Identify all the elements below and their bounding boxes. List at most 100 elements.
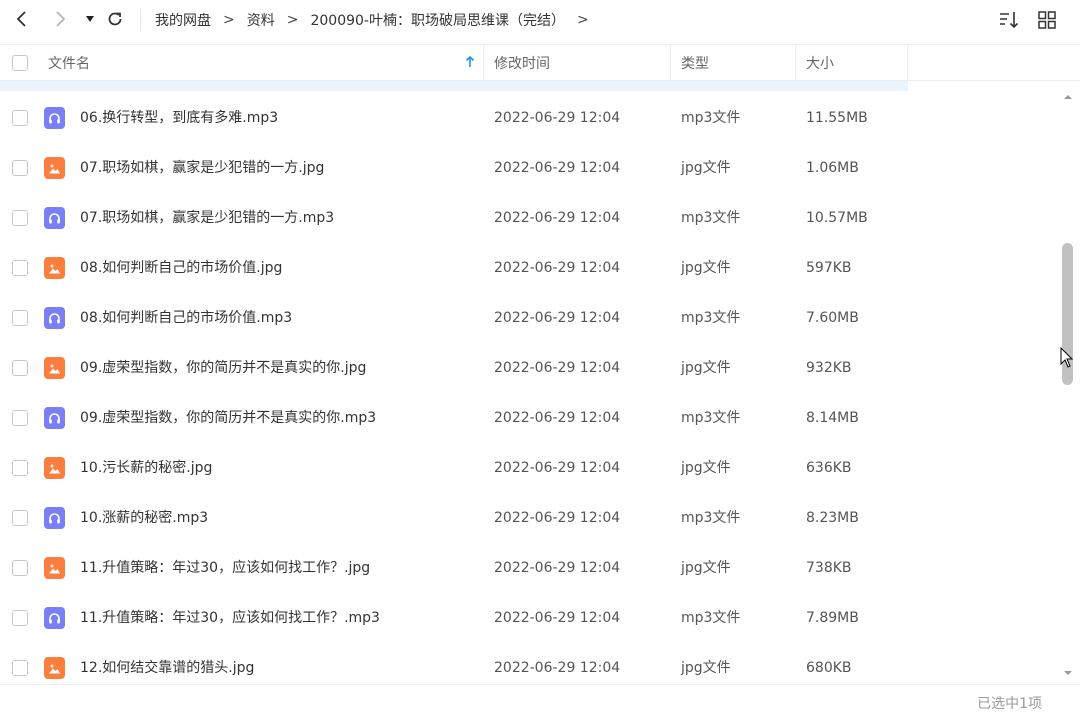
status-bar: 已选中1项 — [0, 684, 1080, 719]
column-header-time[interactable]: 修改时间 — [483, 45, 670, 81]
file-row[interactable]: 08.如何判断自己的市场价值.mp3 2022-06-29 12:04 mp3文件 7… — [0, 293, 1060, 343]
file-type: mp3文件 — [681, 110, 741, 126]
file-modified-time: 2022-06-29 12:04 — [494, 460, 621, 476]
view-controls — [998, 9, 1058, 31]
file-size: 738KB — [806, 560, 852, 576]
file-size: 636KB — [806, 460, 852, 476]
audio-file-icon — [44, 107, 65, 129]
dropdown-icon[interactable] — [78, 7, 102, 31]
row-checkbox[interactable] — [12, 310, 28, 326]
image-file-icon — [44, 657, 65, 679]
file-type: jpg文件 — [681, 360, 731, 376]
scroll-down-icon[interactable] — [1061, 664, 1075, 676]
file-row[interactable]: 11.升值策略：年过30，应该如何找工作？.jpg 2022-06-29 12:0… — [0, 543, 1060, 593]
grid-view-icon[interactable] — [1036, 9, 1058, 31]
file-type: mp3文件 — [681, 510, 741, 526]
image-file-icon — [44, 357, 65, 379]
file-name[interactable]: 10.污长薪的秘密.jpg — [80, 443, 212, 493]
breadcrumb-item-course[interactable]: 200090-叶楠：职场破局思维课（完结） — [310, 10, 565, 30]
row-checkbox[interactable] — [12, 410, 28, 426]
file-size: 11.55MB — [806, 110, 868, 126]
file-type: mp3文件 — [681, 310, 741, 326]
file-name[interactable]: 11.升值策略：年过30，应该如何找工作？.jpg — [80, 543, 370, 593]
select-all-checkbox[interactable] — [12, 55, 28, 71]
file-row[interactable]: 11.升值策略：年过30，应该如何找工作？.mp3 2022-06-29 12:0… — [0, 593, 1060, 643]
column-size-label: 大小 — [806, 56, 834, 72]
row-checkbox[interactable] — [12, 210, 28, 226]
file-size: 8.23MB — [806, 510, 859, 526]
file-name[interactable]: 09.虚荣型指数，你的简历并不是真实的你.mp3 — [80, 393, 376, 443]
file-name[interactable]: 06.换行转型，到底有多难.mp3 — [80, 93, 278, 143]
row-checkbox[interactable] — [12, 160, 28, 176]
file-name[interactable]: 07.职场如棋，赢家是少犯错的一方.mp3 — [80, 193, 334, 243]
file-size: 932KB — [806, 360, 852, 376]
column-time-label: 修改时间 — [494, 56, 550, 72]
toolbar: 我的网盘 > 资料 > 200090-叶楠：职场破局思维课（完结） > — [0, 0, 1080, 40]
toolbar-divider — [140, 9, 141, 31]
sort-icon[interactable] — [998, 9, 1020, 31]
selection-status: 已选中1项 — [977, 696, 1042, 712]
file-row[interactable]: 07.职场如棋，赢家是少犯错的一方.mp3 2022-06-29 12:04 mp3… — [0, 193, 1060, 243]
file-size: 680KB — [806, 660, 852, 676]
file-list: 06.换行转型，到底有多难.mp3 2022-06-29 12:04 mp3文件 11… — [0, 93, 1060, 683]
breadcrumb-expand-icon[interactable]: > — [577, 12, 589, 28]
file-row[interactable]: 08.如何判断自己的市场价值.jpg 2022-06-29 12:04 jpg文件 5… — [0, 243, 1060, 293]
row-checkbox[interactable] — [12, 360, 28, 376]
file-modified-time: 2022-06-29 12:04 — [494, 560, 621, 576]
row-checkbox[interactable] — [12, 660, 28, 676]
file-modified-time: 2022-06-29 12:04 — [494, 660, 621, 676]
scroll-up-icon[interactable] — [1061, 88, 1075, 100]
file-modified-time: 2022-06-29 12:04 — [494, 360, 621, 376]
file-row[interactable]: 10.污长薪的秘密.jpg 2022-06-29 12:04 jpg文件 636KB — [0, 443, 1060, 493]
back-arrow-icon[interactable] — [10, 7, 34, 31]
forward-arrow-icon[interactable] — [48, 7, 72, 31]
audio-file-icon — [44, 407, 65, 429]
file-row[interactable]: 09.虚荣型指数，你的简历并不是真实的你.mp3 2022-06-29 12:04… — [0, 393, 1060, 443]
refresh-icon[interactable] — [103, 7, 127, 31]
breadcrumb-separator: > — [286, 12, 299, 28]
column-name-label: 文件名 — [48, 56, 90, 72]
file-name[interactable]: 08.如何判断自己的市场价值.mp3 — [80, 293, 292, 343]
file-name[interactable]: 11.升值策略：年过30，应该如何找工作？.mp3 — [80, 593, 380, 643]
breadcrumb-separator: > — [223, 12, 235, 28]
file-modified-time: 2022-06-29 12:04 — [494, 110, 621, 126]
file-row[interactable]: 06.换行转型，到底有多难.mp3 2022-06-29 12:04 mp3文件 11… — [0, 93, 1060, 143]
row-checkbox[interactable] — [12, 260, 28, 276]
audio-file-icon — [44, 307, 65, 329]
file-name[interactable]: 10.涨薪的秘密.mp3 — [80, 493, 208, 543]
row-checkbox[interactable] — [12, 610, 28, 626]
file-size: 7.89MB — [806, 610, 859, 626]
column-type-label: 类型 — [681, 56, 709, 72]
file-row[interactable]: 09.虚荣型指数，你的简历并不是真实的你.jpg 2022-06-29 12:04… — [0, 343, 1060, 393]
breadcrumb-item-materials[interactable]: 资料 — [247, 10, 275, 30]
breadcrumb-item-my-drive[interactable]: 我的网盘 — [155, 10, 211, 30]
file-name[interactable]: 08.如何判断自己的市场价值.jpg — [80, 243, 282, 293]
file-type: jpg文件 — [681, 660, 731, 676]
row-checkbox[interactable] — [12, 560, 28, 576]
file-name[interactable]: 09.虚荣型指数，你的简历并不是真实的你.jpg — [80, 343, 366, 393]
file-name[interactable]: 12.如何结交靠谱的猎头.jpg — [80, 643, 254, 683]
file-size: 8.14MB — [806, 410, 859, 426]
file-name[interactable]: 07.职场如棋，赢家是少犯错的一方.jpg — [80, 143, 324, 193]
row-checkbox[interactable] — [12, 460, 28, 476]
column-header-name[interactable]: 文件名 — [38, 45, 483, 81]
row-checkbox[interactable] — [12, 110, 28, 126]
file-type: jpg文件 — [681, 160, 731, 176]
file-modified-time: 2022-06-29 12:04 — [494, 260, 621, 276]
file-modified-time: 2022-06-29 12:04 — [494, 510, 621, 526]
file-type: mp3文件 — [681, 410, 741, 426]
column-header-size[interactable]: 大小 — [795, 45, 908, 81]
column-header-type[interactable]: 类型 — [670, 45, 795, 81]
file-modified-time: 2022-06-29 12:04 — [494, 410, 621, 426]
file-row[interactable]: 10.涨薪的秘密.mp3 2022-06-29 12:04 mp3文件 8.23MB — [0, 493, 1060, 543]
file-type: jpg文件 — [681, 460, 731, 476]
row-checkbox[interactable] — [12, 510, 28, 526]
selected-row-highlight — [0, 81, 908, 91]
file-row[interactable]: 07.职场如棋，赢家是少犯错的一方.jpg 2022-06-29 12:04 jpg… — [0, 143, 1060, 193]
file-size: 1.06MB — [806, 160, 859, 176]
breadcrumb: 我的网盘 > 资料 > 200090-叶楠：职场破局思维课（完结） > — [155, 0, 601, 40]
image-file-icon — [44, 457, 65, 479]
file-row[interactable]: 12.如何结交靠谱的猎头.jpg 2022-06-29 12:04 jpg文件 680… — [0, 643, 1060, 683]
file-modified-time: 2022-06-29 12:04 — [494, 160, 621, 176]
file-modified-time: 2022-06-29 12:04 — [494, 610, 621, 626]
